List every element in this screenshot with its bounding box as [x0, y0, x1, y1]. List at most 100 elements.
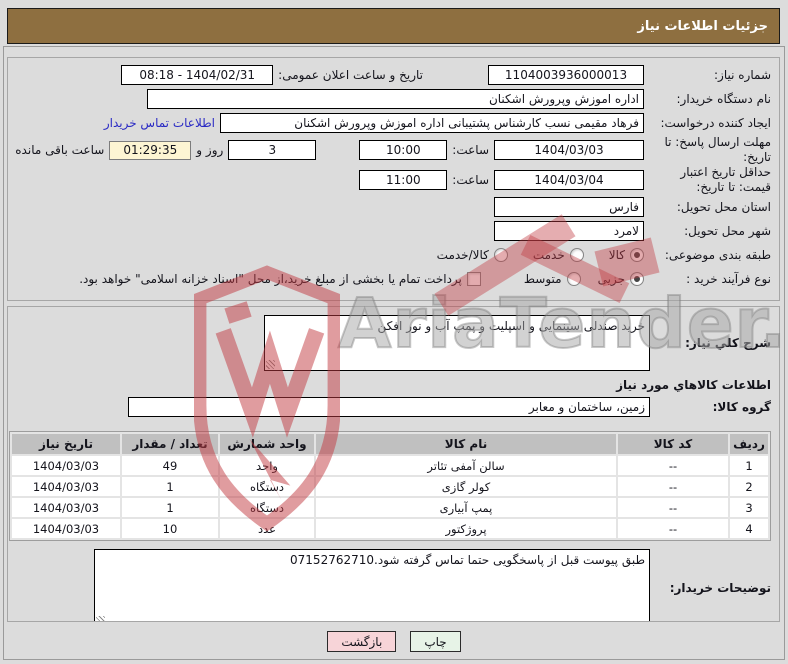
items-table: ردیف کد کالا نام کالا واحد شمارش تعداد /… [9, 431, 771, 541]
radio-medium-label: متوسط [523, 272, 562, 286]
price-validity-label: حداقل تاریخ اعتبار قیمت: تا تاریخ: [680, 165, 771, 194]
row-need-number: شماره نیاز: 1104003936000013 تاریخ و ساع… [14, 63, 771, 87]
page: جزئیات اطلاعات نیاز شماره نیاز: 11040039… [0, 0, 788, 664]
need-description-textarea[interactable]: خرید صندلی سینمایی و اسپلیت و پمپ آب و ن… [264, 315, 650, 371]
resize-handle[interactable] [96, 616, 105, 621]
radio-service-label: خدمت [532, 248, 565, 262]
row-city: شهر محل تحویل: لامرد [14, 219, 771, 243]
row-purchase-process: نوع فرآیند خرید : جزیی متوسط پرداخت تمام… [14, 267, 771, 291]
cell-row-number: 2 [730, 477, 768, 496]
radio-goods-label: کالا [608, 248, 625, 262]
reply-deadline-hour-label: ساعت: [452, 143, 489, 157]
treasury-checkbox[interactable] [466, 272, 481, 286]
buyer-notes-textarea[interactable]: طبق پیوست قبل از پاسخگویی حتما تماس گرفت… [94, 549, 650, 621]
need-number-input[interactable]: 1104003936000013 [488, 65, 644, 85]
row-request-creator: ایجاد کننده درخواست: فرهاد مقیمی نسب کار… [14, 111, 771, 135]
items-fieldset: شرح کلي نیاز: خرید صندلی سینمایی و اسپلی… [7, 306, 780, 622]
cell-item-name: پروژکتور [316, 519, 616, 538]
need-description-text: خرید صندلی سینمایی و اسپلیت و پمپ آب و ن… [377, 319, 645, 333]
remaining-days-label: روز و [196, 143, 224, 157]
header-quantity: تعداد / مقدار [122, 434, 218, 454]
radio-minor-label: جزیی [597, 272, 625, 286]
buyer-org-input[interactable]: اداره اموزش وپرورش اشکنان [147, 89, 644, 109]
radio-goods-service[interactable] [493, 248, 508, 262]
row-items-heading: اطلاعات کالاهاي مورد نیاز [14, 375, 771, 395]
table-row: 1 -- سالن آمفی تئاتر واحد 49 1404/03/03 [12, 456, 768, 475]
radio-minor[interactable] [630, 272, 644, 286]
radio-medium[interactable] [566, 272, 581, 286]
row-goods-group: گروه کالا: زمین، ساختمان و معابر [14, 395, 771, 419]
page-title: جزئیات اطلاعات نیاز [637, 18, 768, 34]
cell-quantity: 1 [122, 477, 218, 496]
buyer-org-label: نام دستگاه خریدار: [676, 91, 772, 106]
need-description-label: شرح کلي نیاز: [685, 335, 771, 350]
items-section-title: اطلاعات کالاهاي مورد نیاز [616, 378, 771, 392]
province-input[interactable]: فارس [494, 197, 644, 217]
resize-handle[interactable] [266, 360, 275, 369]
cell-row-number: 1 [730, 456, 768, 475]
radio-goods[interactable] [630, 248, 644, 262]
cell-unit: دستگاه [220, 498, 314, 517]
items-table-header-row: ردیف کد کالا نام کالا واحد شمارش تعداد /… [12, 434, 768, 454]
row-buyer-notes: توضیحات خریدار: طبق پیوست قبل از پاسخگوی… [14, 549, 771, 621]
title-bar: جزئیات اطلاعات نیاز [7, 8, 780, 44]
header-item-code: کد کالا [618, 434, 728, 454]
row-need-description: شرح کلي نیاز: خرید صندلی سینمایی و اسپلی… [14, 315, 771, 371]
announce-datetime-input[interactable]: 1404/02/31 - 08:18 [121, 65, 274, 85]
purchase-process-label: نوع فرآیند خرید : [686, 271, 771, 286]
cell-item-name: کولر گازی [316, 477, 616, 496]
cell-item-code: -- [618, 477, 728, 496]
table-row: 4 -- پروژکتور عدد 10 1404/03/03 [12, 519, 768, 538]
request-creator-input[interactable]: فرهاد مقیمی نسب کارشناس پشتیبانی اداره ا… [220, 113, 644, 133]
radio-goods-service-label: کالا/خدمت [436, 248, 489, 262]
general-info-fieldset: شماره نیاز: 1104003936000013 تاریخ و ساع… [7, 57, 780, 301]
countdown-box: 01:29:35 [109, 140, 192, 160]
row-buyer-org: نام دستگاه خریدار: اداره اموزش وپرورش اش… [14, 87, 771, 111]
buyer-notes-label: توضیحات خریدار: [669, 580, 771, 595]
buyer-contact-link[interactable]: اطلاعات تماس خریدار [104, 116, 215, 130]
request-creator-label: ایجاد کننده درخواست: [660, 115, 771, 130]
cell-unit: واحد [220, 456, 314, 475]
header-unit: واحد شمارش [220, 434, 314, 454]
header-row-number: ردیف [730, 434, 768, 454]
need-number-label: شماره نیاز: [714, 67, 771, 82]
reply-deadline-hour-input[interactable]: 10:00 [359, 140, 448, 160]
province-label: استان محل تحویل: [676, 199, 771, 214]
cell-row-number: 4 [730, 519, 768, 538]
countdown-label: ساعت باقی مانده [15, 143, 105, 157]
cell-need-date: 1404/03/03 [12, 519, 120, 538]
price-validity-hour-input[interactable]: 11:00 [359, 170, 448, 190]
price-validity-date-input[interactable]: 1404/03/04 [494, 170, 644, 190]
reply-deadline-date-input[interactable]: 1404/03/03 [494, 140, 644, 160]
cell-item-code: -- [618, 456, 728, 475]
cell-quantity: 49 [122, 456, 218, 475]
back-button[interactable]: بازگشت [327, 631, 397, 652]
cell-row-number: 3 [730, 498, 768, 517]
print-button[interactable]: چاپ [410, 631, 461, 652]
cell-item-name: پمپ آبیاری [316, 498, 616, 517]
row-subject-class: طبقه بندی موضوعی: کالا خدمت کالا/خدمت [14, 243, 771, 267]
city-input[interactable]: لامرد [494, 221, 644, 241]
cell-quantity: 10 [122, 519, 218, 538]
cell-need-date: 1404/03/03 [12, 456, 120, 475]
cell-item-code: -- [618, 519, 728, 538]
header-need-date: تاریخ نیاز [12, 434, 120, 454]
footer-buttons: چاپ بازگشت [0, 631, 788, 652]
announce-datetime-label: تاریخ و ساعت اعلان عمومی: [278, 68, 423, 82]
cell-item-code: -- [618, 498, 728, 517]
header-item-name: نام کالا [316, 434, 616, 454]
buyer-notes-text: طبق پیوست قبل از پاسخگویی حتما تماس گرفت… [290, 553, 645, 567]
row-reply-deadline: مهلت ارسال پاسخ: تا تاریخ: 1404/03/03 سا… [14, 135, 771, 165]
treasury-checkbox-label: پرداخت تمام یا بخشی از مبلغ خرید،از محل … [79, 272, 462, 286]
cell-need-date: 1404/03/03 [12, 477, 120, 496]
cell-unit: دستگاه [220, 477, 314, 496]
goods-group-input[interactable]: زمین، ساختمان و معابر [128, 397, 650, 417]
price-validity-hour-label: ساعت: [452, 173, 489, 187]
table-row: 3 -- پمپ آبیاری دستگاه 1 1404/03/03 [12, 498, 768, 517]
subject-class-label: طبقه بندی موضوعی: [664, 247, 771, 262]
cell-need-date: 1404/03/03 [12, 498, 120, 517]
goods-group-label: گروه کالا: [712, 399, 771, 414]
radio-service[interactable] [569, 248, 584, 262]
reply-deadline-label: مهلت ارسال پاسخ: تا تاریخ: [664, 135, 771, 164]
remaining-days-input[interactable]: 3 [228, 140, 317, 160]
